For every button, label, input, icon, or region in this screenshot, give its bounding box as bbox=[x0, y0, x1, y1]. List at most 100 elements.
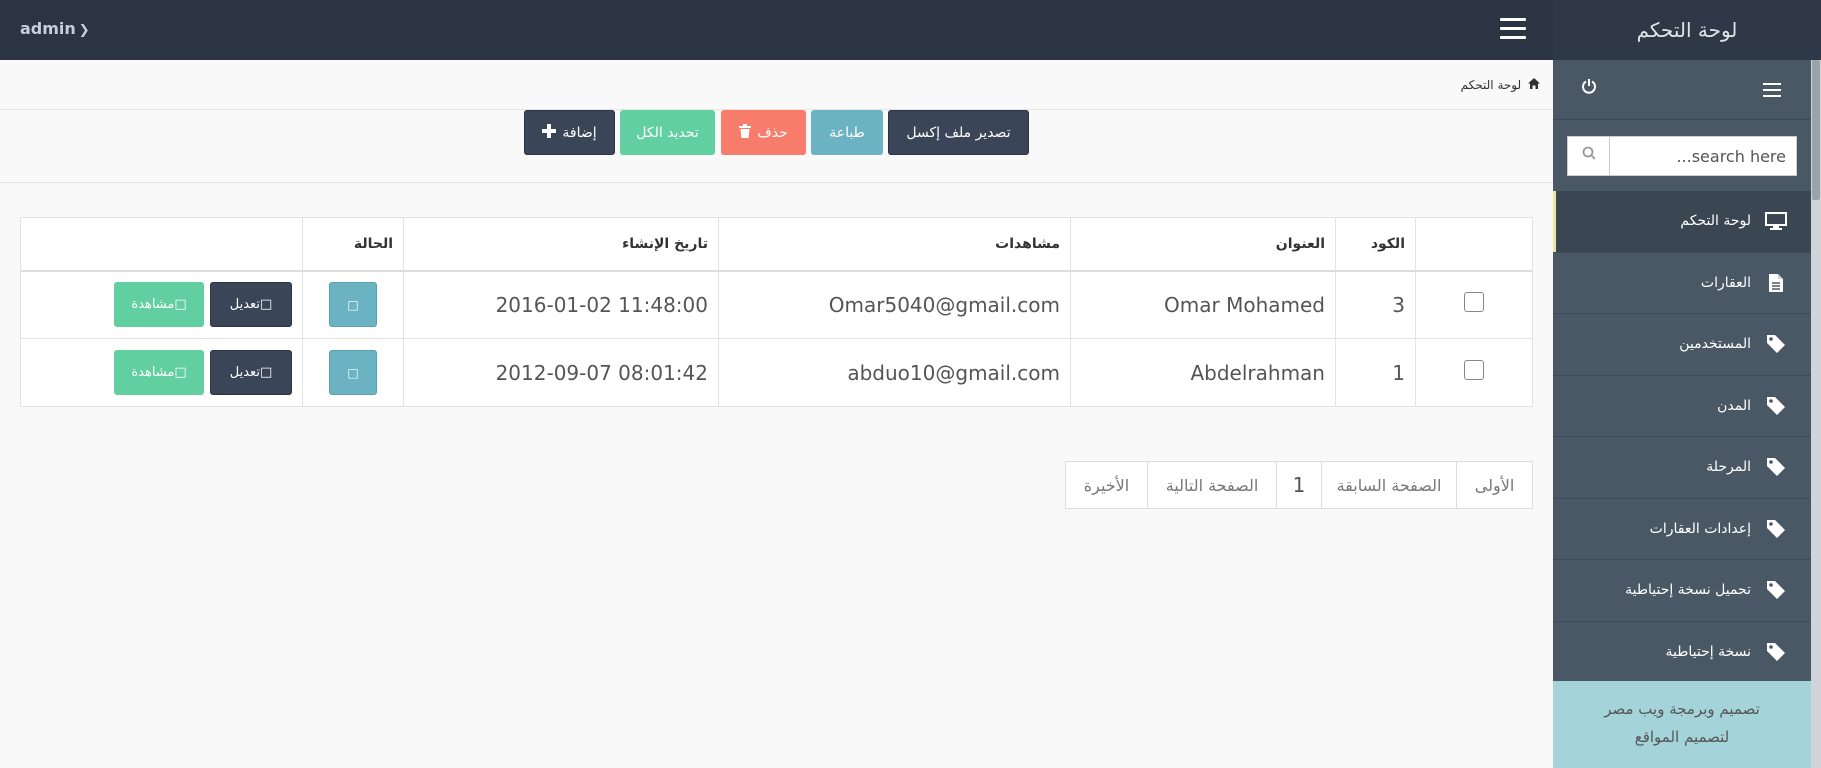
sidebar-header bbox=[1553, 60, 1811, 120]
sidebar-item-label: إعدادات العقارات bbox=[1649, 520, 1751, 537]
sidebar-item-label: المستخدمين bbox=[1679, 336, 1751, 353]
header-created: تاريخ الإنشاء bbox=[403, 217, 719, 272]
header-code: الكود bbox=[1335, 217, 1416, 272]
cell-views: Omar5040@gmail.com bbox=[718, 270, 1071, 339]
chevron-down-icon: ❯ bbox=[78, 23, 90, 38]
header-views: مشاهدات bbox=[718, 217, 1071, 272]
sidebar-item-backup[interactable]: نسخة إحتياطية bbox=[1553, 622, 1811, 683]
plus-icon bbox=[542, 123, 557, 142]
header-actions bbox=[20, 217, 303, 272]
sidebar-item-property-settings[interactable]: إعدادات العقارات bbox=[1553, 499, 1811, 560]
sidebar-item-stage[interactable]: المرحلة bbox=[1553, 437, 1811, 499]
power-icon[interactable] bbox=[1581, 78, 1597, 99]
cell-status: □ bbox=[302, 270, 404, 339]
search-icon[interactable] bbox=[1568, 137, 1610, 175]
cell-title: Omar Mohamed bbox=[1070, 270, 1336, 339]
top-navbar: admin ❯ لوحة التحكم bbox=[0, 0, 1821, 60]
sidebar-item-label: نسخة إحتياطية bbox=[1665, 643, 1751, 660]
trash-icon bbox=[739, 123, 752, 142]
select-all-button[interactable]: تحديد الكل bbox=[620, 110, 715, 155]
page-number-button[interactable]: 1 bbox=[1276, 461, 1322, 509]
sidebar-item-properties[interactable]: العقارات bbox=[1553, 253, 1811, 314]
sidebar-item-label: لوحة التحكم bbox=[1680, 213, 1751, 230]
user-menu[interactable]: admin ❯ bbox=[20, 0, 90, 60]
home-icon bbox=[1524, 78, 1540, 92]
row-checkbox[interactable] bbox=[1464, 292, 1484, 313]
cell-code: 1 bbox=[1335, 338, 1416, 407]
export-excel-button[interactable]: تصدير ملف إكسل bbox=[888, 110, 1029, 155]
pagination: الأولى الصفحة السابقة 1 الصفحة التالية ا… bbox=[1065, 461, 1533, 509]
sidebar-footer: تصميم وبرمجة ويب مصر لتصميم المواقع bbox=[1553, 681, 1811, 768]
table-row: 1 Abdelrahman abduo10@gmail.com 2012-09-… bbox=[20, 338, 1533, 407]
print-button[interactable]: طباعة bbox=[811, 110, 883, 155]
tag-icon bbox=[1763, 580, 1789, 600]
scrollbar-thumb[interactable] bbox=[1812, 60, 1820, 200]
page-first-button[interactable]: الأولى bbox=[1456, 461, 1533, 509]
brand-title[interactable]: لوحة التحكم bbox=[1553, 0, 1821, 60]
sidebar-item-download-backup[interactable]: تحميل نسخة إحتياطية bbox=[1553, 560, 1811, 622]
add-button[interactable]: إضافة bbox=[524, 110, 615, 155]
tag-icon bbox=[1763, 334, 1789, 354]
delete-button[interactable]: حذف bbox=[721, 110, 806, 155]
cell-created: 2012-09-07 08:01:42 bbox=[403, 338, 719, 407]
edit-button[interactable]: □ تعديل bbox=[210, 282, 292, 328]
row-select-cell bbox=[1415, 270, 1533, 339]
sidebar-search bbox=[1567, 136, 1797, 176]
view-label: مشاهدة bbox=[131, 365, 175, 380]
user-name: admin bbox=[20, 19, 76, 38]
menu-toggle-button[interactable] bbox=[1500, 18, 1526, 42]
cell-actions: □ تعديل □ مشاهدة bbox=[20, 270, 303, 339]
created-value: 2012-09-07 08:01:42 bbox=[495, 360, 708, 385]
header-select bbox=[1415, 217, 1533, 272]
created-value: 2016-01-02 11:48:00 bbox=[495, 292, 708, 317]
delete-label: حذف bbox=[757, 124, 788, 141]
header-status: الحالة bbox=[302, 217, 404, 272]
edit-label: تعديل bbox=[229, 297, 260, 313]
search-input[interactable] bbox=[1610, 137, 1796, 175]
sidebar-item-label: المدن bbox=[1717, 397, 1751, 414]
sidebar-item-label: المرحلة bbox=[1706, 459, 1751, 476]
cell-created: 2016-01-02 11:48:00 bbox=[403, 270, 719, 339]
sidebar-scrollbar[interactable] bbox=[1811, 60, 1821, 768]
tag-icon bbox=[1763, 642, 1789, 662]
breadcrumb: لوحة التحكم bbox=[0, 60, 1553, 110]
cell-code: 3 bbox=[1335, 270, 1416, 339]
row-checkbox[interactable] bbox=[1464, 360, 1484, 380]
row-select-cell bbox=[1415, 338, 1533, 407]
print-label: طباعة bbox=[829, 124, 865, 141]
sidebar-item-users[interactable]: المستخدمين bbox=[1553, 314, 1811, 376]
add-label: إضافة bbox=[562, 124, 597, 141]
cell-status: □ bbox=[302, 338, 404, 407]
cell-title: Abdelrahman bbox=[1070, 338, 1336, 407]
tag-icon bbox=[1763, 396, 1789, 416]
edit-button[interactable]: □ تعديل bbox=[210, 350, 292, 395]
cell-views: abduo10@gmail.com bbox=[718, 338, 1071, 407]
records-table: الكود العنوان مشاهدات تاريخ الإنشاء الحا… bbox=[20, 217, 1533, 407]
tag-icon bbox=[1763, 457, 1789, 477]
sidebar-menu-icon[interactable] bbox=[1763, 83, 1781, 101]
header-title: العنوان bbox=[1070, 217, 1336, 272]
sidebar-menu: لوحة التحكم العقارات المستخدمين المدن ال… bbox=[1553, 191, 1811, 683]
page-next-button[interactable]: الصفحة التالية bbox=[1147, 461, 1277, 509]
sidebar-item-dashboard[interactable]: لوحة التحكم bbox=[1553, 191, 1811, 253]
status-toggle-button[interactable]: □ bbox=[329, 350, 377, 395]
footer-line-1: تصميم وبرمجة ويب مصر bbox=[1604, 700, 1760, 718]
toolbar: تصدير ملف إكسل طباعة حذف تحديد الكل إضاف… bbox=[0, 110, 1553, 183]
footer-line-2: لتصميم المواقع bbox=[1634, 728, 1730, 746]
status-toggle-button[interactable]: □ bbox=[329, 282, 377, 328]
sidebar: لوحة التحكم العقارات المستخدمين المدن ال… bbox=[1553, 60, 1811, 768]
export-label: تصدير ملف إكسل bbox=[906, 124, 1011, 141]
view-button[interactable]: □ مشاهدة bbox=[114, 282, 204, 328]
view-button[interactable]: □ مشاهدة bbox=[114, 350, 204, 395]
breadcrumb-item[interactable]: لوحة التحكم bbox=[1461, 78, 1522, 92]
table-row: 3 Omar Mohamed Omar5040@gmail.com 2016-0… bbox=[20, 270, 1533, 339]
monitor-icon bbox=[1763, 212, 1789, 231]
select-all-label: تحديد الكل bbox=[636, 124, 699, 141]
cell-actions: □ تعديل □ مشاهدة bbox=[20, 338, 303, 407]
sidebar-item-label: العقارات bbox=[1700, 274, 1751, 291]
sidebar-item-label: تحميل نسخة إحتياطية bbox=[1625, 582, 1751, 599]
page-last-button[interactable]: الأخيرة bbox=[1065, 461, 1148, 509]
page-prev-button[interactable]: الصفحة السابقة bbox=[1321, 461, 1457, 509]
table-header-row: الكود العنوان مشاهدات تاريخ الإنشاء الحا… bbox=[20, 217, 1533, 272]
sidebar-item-cities[interactable]: المدن bbox=[1553, 376, 1811, 437]
